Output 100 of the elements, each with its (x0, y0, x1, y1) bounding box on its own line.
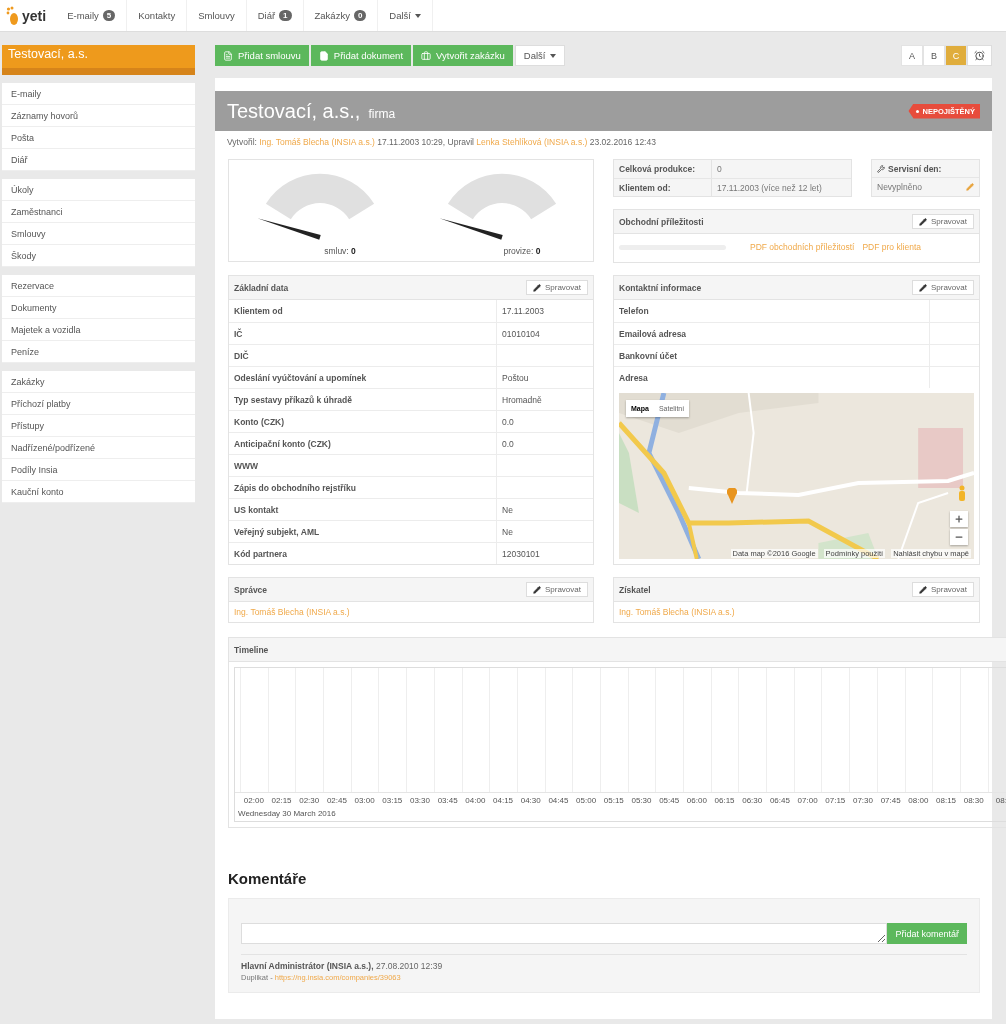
time-label: 04:15 (492, 795, 515, 805)
sidebar-item[interactable]: Zaměstnanci (2, 201, 195, 223)
nav-link[interactable]: Kontakty (127, 0, 188, 31)
time-label: 03:30 (408, 795, 431, 805)
plus-icon (954, 514, 964, 524)
sidebar-item[interactable]: Zakázky (2, 371, 195, 393)
time-label: 05:45 (658, 795, 681, 805)
document-icon (223, 50, 233, 61)
sidebar-item[interactable]: E-maily (2, 83, 195, 105)
zoom-out-button[interactable] (950, 529, 968, 545)
field-value: Ne (501, 526, 514, 537)
manage-button[interactable]: Spravovat (525, 280, 588, 295)
sidebar-item[interactable]: Dokumenty (2, 297, 195, 319)
record-name: Testovací, a.s., (227, 99, 361, 123)
manage-button[interactable]: Spravovat (525, 582, 588, 597)
manage-button[interactable]: Spravovat (911, 582, 974, 597)
service-title: Servisní den: (888, 163, 942, 174)
meta-text: 17.11.2003 10:29, Upravil (377, 137, 474, 147)
time-label: 07:00 (796, 795, 819, 805)
time-label: 08:15 (935, 795, 958, 805)
stat-value: 0 (716, 164, 723, 174)
sidebar-item[interactable]: Peníze (2, 341, 195, 363)
nav-link[interactable]: Zakázky 0 (303, 0, 379, 31)
sidebar-item[interactable]: Smlouvy (2, 223, 195, 245)
sidebar-item[interactable]: Úkoly (2, 179, 195, 201)
field-label: WWW (229, 455, 497, 476)
reminder-button[interactable] (967, 45, 992, 66)
sidebar-item[interactable]: Příchozí platby (2, 393, 195, 415)
time-label: 03:15 (381, 795, 404, 805)
sidebar-item[interactable]: Rezervace (2, 275, 195, 297)
time-label: 07:30 (851, 795, 874, 805)
sidebar-item[interactable]: Kauční konto (2, 481, 195, 503)
sidebar-item[interactable]: Škody (2, 245, 195, 267)
caret-icon (549, 53, 556, 58)
variant-button[interactable]: B (923, 45, 945, 66)
pencil-icon (918, 217, 927, 226)
nav-link[interactable]: Diář 1 (246, 0, 304, 31)
sidebar-item[interactable]: Přístupy (2, 415, 195, 437)
field-label: DIČ (229, 345, 497, 366)
time-label: 08:30 (962, 795, 985, 805)
time-label: 03:00 (353, 795, 376, 805)
field-label: Bankovní účet (614, 345, 930, 366)
field-label: IČ (229, 323, 497, 344)
pencil-icon (532, 283, 541, 292)
field-label: Telefon (614, 300, 930, 322)
nav-link[interactable]: E-maily 5 (56, 0, 128, 31)
field-value: 12030101 (501, 548, 541, 559)
sidebar-item[interactable]: Diář (2, 149, 195, 171)
sidebar-item[interactable]: Nadřízené/podřízené (2, 437, 195, 459)
field-label: Anticipační konto (CZK) (229, 433, 497, 454)
pencil-icon (918, 585, 927, 594)
nav-link[interactable]: Smlouvy (187, 0, 247, 31)
gauge-label: provize: 0 (503, 245, 541, 256)
card-title: Získatel (619, 584, 651, 595)
time-label: 05:00 (575, 795, 598, 805)
time-label: 02:15 (270, 795, 293, 805)
time-label: 02:45 (325, 795, 348, 805)
sidebar-item[interactable]: Podíly Insia (2, 459, 195, 481)
pencil-icon (532, 585, 541, 594)
sidebar-item[interactable]: Pošta (2, 127, 195, 149)
time-label: 07:45 (879, 795, 902, 805)
sidebar-item[interactable]: Majetek a vozidla (2, 319, 195, 341)
manage-button[interactable]: Spravovat (911, 280, 974, 295)
more-menu[interactable]: Další (378, 0, 433, 31)
meta-text: 23.02.2016 12:43 (589, 137, 656, 147)
sidebar-item[interactable]: Záznamy hovorů (2, 105, 195, 127)
person-icon[interactable] (958, 485, 966, 501)
field-value: 0.0 (501, 438, 515, 449)
time-label: 08:00 (907, 795, 930, 805)
time-label: 02:30 (298, 795, 321, 805)
field-value: 17.11.2003 (501, 306, 545, 316)
manage-button[interactable]: Spravovat (911, 214, 974, 229)
time-label: 08: (994, 795, 1006, 805)
comment-field[interactable] (241, 923, 888, 944)
time-label: 04:30 (519, 795, 542, 805)
field-value: 01010104 (501, 328, 541, 339)
card-title: Správce (234, 584, 268, 595)
gauge-label: smluv: 0 (324, 245, 356, 256)
company-title: Testovací, a.s. (2, 45, 195, 75)
zoom-in-button[interactable] (950, 511, 968, 527)
more-button[interactable]: Další (514, 45, 565, 66)
time-label: 06:00 (685, 795, 708, 805)
variant-button[interactable]: A (901, 45, 923, 66)
briefcase-icon (421, 50, 432, 61)
field-label: Adresa (614, 367, 930, 388)
field-label: Odeslání vyúčtování a upomínek (229, 367, 497, 388)
pencil-icon (918, 283, 927, 292)
time-label: 06:30 (741, 795, 764, 805)
field-label: Kód partnera (229, 543, 497, 564)
time-label: 07:15 (824, 795, 847, 805)
map-pin-icon (727, 488, 737, 504)
field-label: Konto (CZK) (229, 411, 497, 432)
field-label: Klientem od (229, 300, 497, 322)
field-label: Zápis do obchodního rejstříku (229, 477, 497, 498)
timeline-date: Wednesday 30 March 2016 (237, 808, 337, 820)
card-title: Obchodní příležitosti (619, 216, 704, 227)
edit-icon[interactable] (966, 183, 974, 191)
count-badge: 0 (353, 10, 367, 21)
card-title: Timeline (234, 644, 269, 655)
stat-label: Celková produkce: (614, 160, 712, 178)
